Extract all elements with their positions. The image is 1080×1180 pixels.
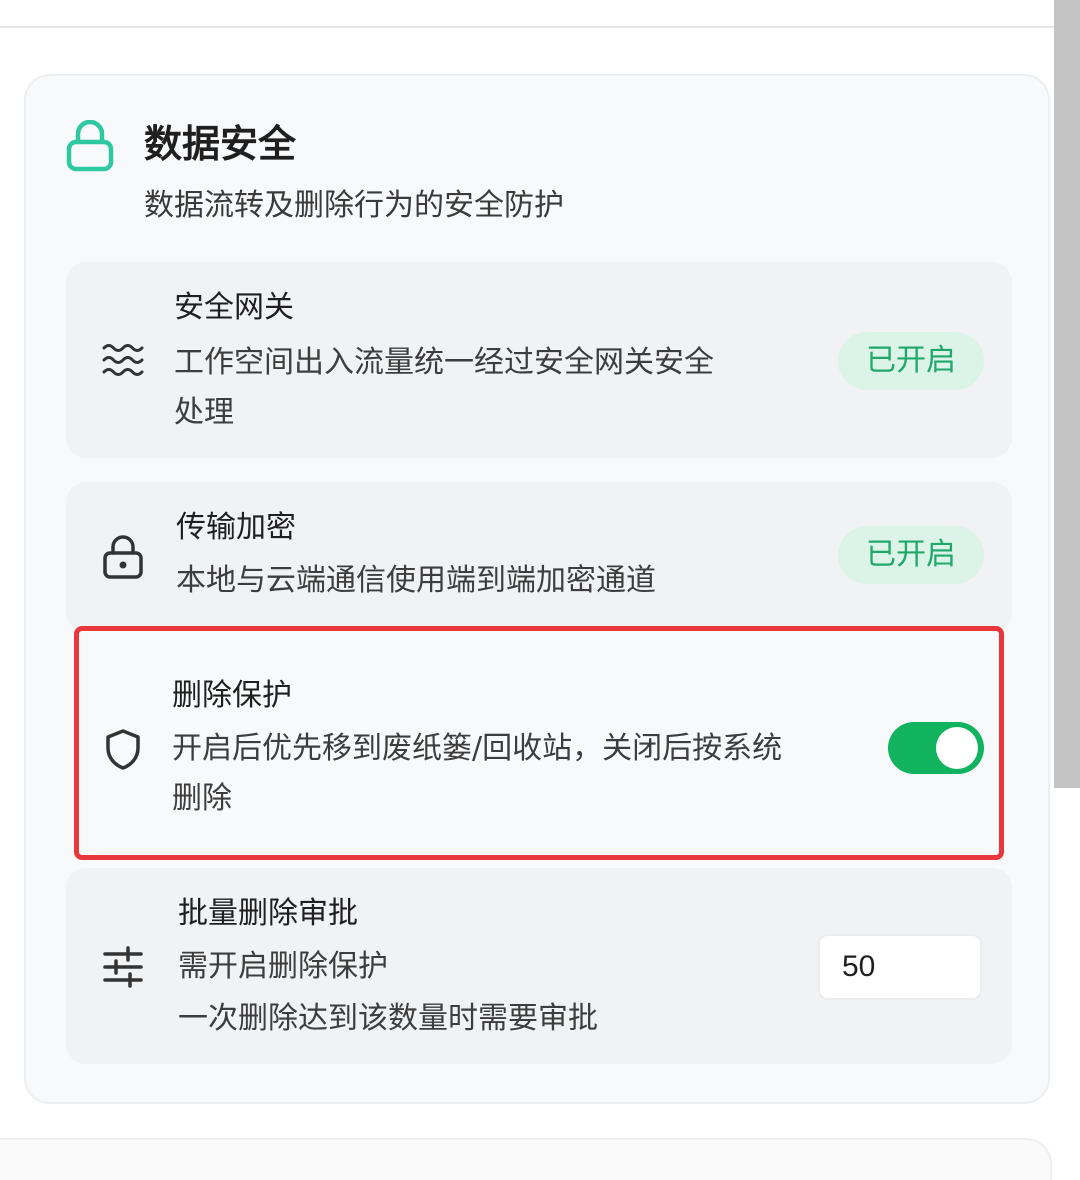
row-description: 需开启删除保护 [178,949,388,984]
section-subtitle: 数据流转及删除行为的安全防护 [144,188,564,223]
scrollbar-thumb[interactable] [1054,0,1080,788]
row-description: 工作空间出入流量统一经过安全网关安全 [174,345,714,380]
top-divider [0,0,1054,28]
delete-protection-toggle[interactable] [888,722,984,774]
approval-threshold-input[interactable] [818,934,982,1000]
lock-icon [66,120,114,172]
row-security-gateway: 安全网关 工作空间出入流量统一经过安全网关安全 处理 已开启 [66,262,1012,458]
status-badge: 已开启 [838,526,984,584]
sliders-icon [103,946,143,988]
shield-icon [106,729,140,770]
row-description-cont: 处理 [174,395,234,430]
row-title: 传输加密 [176,510,296,545]
settings-page: 数据安全 数据流转及删除行为的安全防护 安全网关 工作空间出入流量统一经过安全网… [0,0,1080,1180]
row-description-cont: 一次删除达到该数量时需要审批 [178,1001,598,1036]
row-description: 开启后优先移到废纸篓/回收站，关闭后按系统 [172,731,783,766]
next-section-card [0,1138,1052,1180]
row-title: 批量删除审批 [178,896,358,931]
row-title: 删除保护 [172,678,292,713]
row-title: 安全网关 [174,290,294,325]
waves-icon [102,344,144,376]
toggle-knob [936,727,978,769]
row-description: 本地与云端通信使用端到端加密通道 [176,563,656,598]
status-badge: 已开启 [838,332,984,390]
row-transport-encryption: 传输加密 本地与云端通信使用端到端加密通道 已开启 [66,482,1012,632]
section-title: 数据安全 [144,122,297,166]
row-description-cont: 删除 [172,781,232,816]
padlock-icon [103,535,143,579]
